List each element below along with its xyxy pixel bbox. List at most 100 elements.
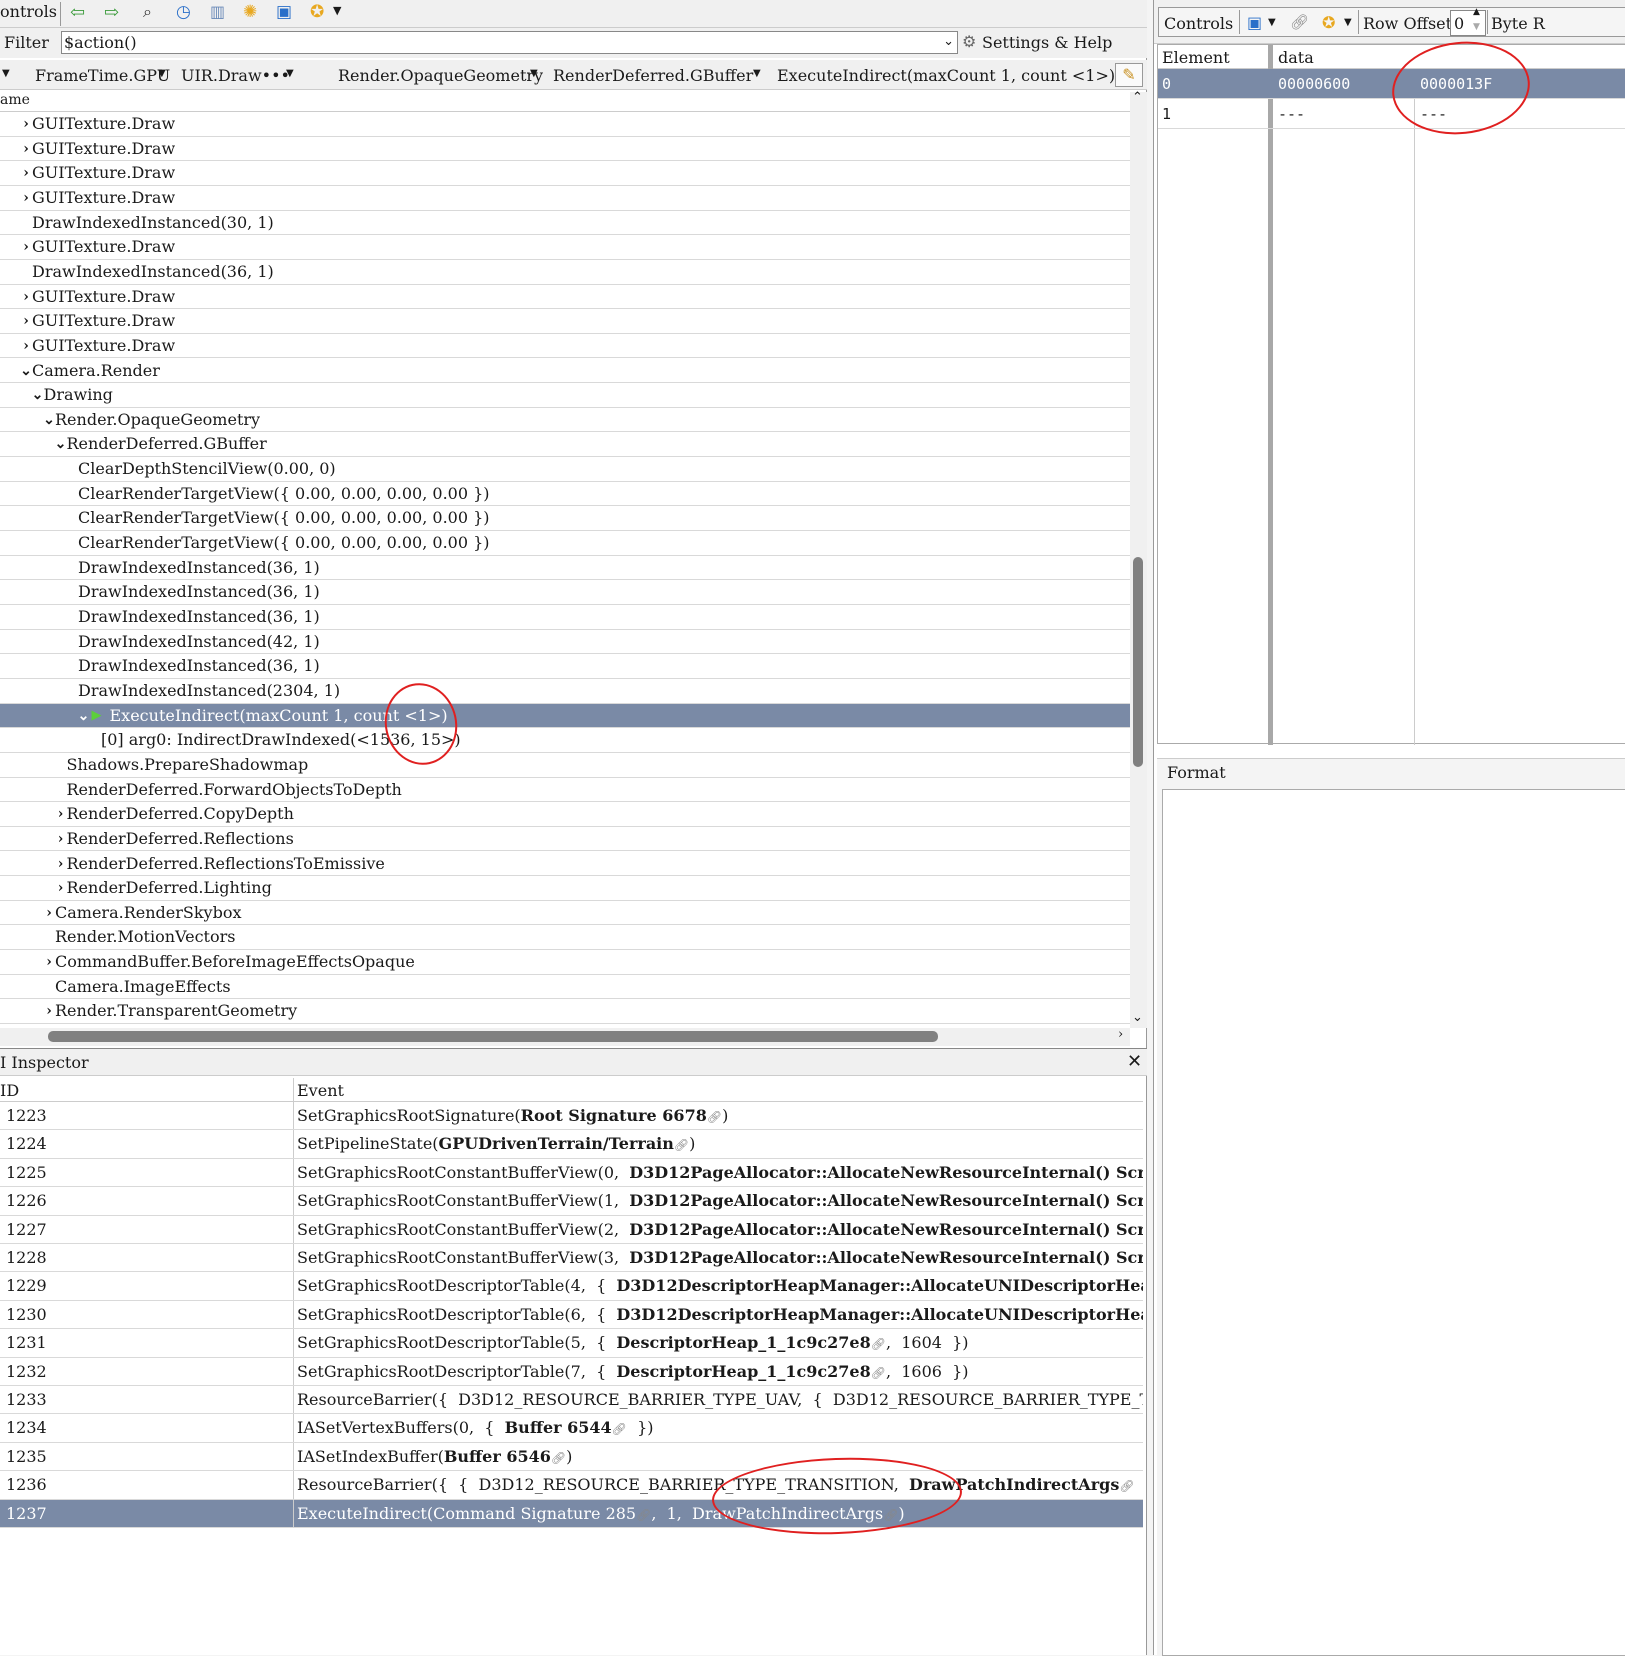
format-editor[interactable] [1162,789,1625,1656]
buffer-row[interactable]: 0 00000600 0000013F [1158,69,1625,99]
tree-row[interactable]: ClearDepthStencilView(0.00, 0) [0,457,1130,482]
save-icon[interactable]: ▣ [1247,13,1262,32]
api-event-row[interactable]: 1230 SetGraphicsRootDescriptorTable(6, { … [0,1300,1143,1330]
link-icon[interactable]: 🔗︎ [636,1508,651,1522]
breadcrumb-item[interactable]: RenderDeferred.GBuffer [553,66,753,85]
tree-row[interactable]: ⌄ ▶ ExecuteIndirect(maxCount 1, count <1>) [0,703,1130,729]
breadcrumb-item[interactable]: ExecuteIndirect(maxCount 1, count <1>) [777,66,1115,85]
api-event-row[interactable]: 1224 SetPipelineState(GPUDrivenTerrain/Te… [0,1130,1143,1159]
tree-row[interactable]: DrawIndexedInstanced(36, 1) [0,605,1130,630]
resource-link[interactable]: Buffer 6546 [444,1447,551,1466]
clock-icon[interactable]: ◷ [176,2,191,22]
collapsed-chevron-icon[interactable]: › [55,827,67,852]
tree-row[interactable]: Render.MotionVectors [0,925,1130,951]
chevron-down-icon[interactable]: ▼ [1268,17,1276,28]
close-icon[interactable]: ✕ [1127,1051,1142,1072]
tree-row[interactable]: › RenderDeferred.ReflectionsToEmissive [0,852,1130,877]
link-icon[interactable]: 🔗︎ [871,1366,886,1380]
chevron-down-icon[interactable]: ▼ [286,68,294,79]
chevron-down-icon[interactable]: ▼ [1344,17,1352,28]
api-event-row[interactable]: 1234 IASetVertexBuffers(0, { Buffer 6544🔗… [0,1414,1143,1443]
id-column-header[interactable]: ID [0,1081,19,1100]
api-event-row[interactable]: 1227 SetGraphicsRootConstantBufferView(2,… [0,1215,1143,1244]
tree-row[interactable]: DrawIndexedInstanced(36, 1) [0,556,1130,581]
scroll-down-icon[interactable]: ⌄ [1132,1010,1143,1025]
tree-row[interactable]: › GUITexture.Draw [0,334,1130,359]
api-event-row[interactable]: 1233 ResourceBarrier({ D3D12_RESOURCE_BAR… [0,1386,1143,1415]
link-icon[interactable]: 🔗︎ [871,1337,886,1351]
collapsed-chevron-icon[interactable]: › [55,852,67,877]
link-icon[interactable]: 🔗︎ [707,1110,722,1124]
tree-row[interactable]: DrawIndexedInstanced(36, 1) [0,260,1130,285]
expanded-chevron-icon[interactable]: ⌄ [32,383,44,408]
tree-row[interactable]: › Render.TransparentGeometry [0,999,1130,1025]
tree-row[interactable]: › CommandBuffer.BeforeImageEffectsOpaque [0,950,1130,975]
spin-up-icon[interactable]: ▲ [1473,7,1480,17]
collapsed-chevron-icon[interactable]: › [20,161,32,186]
scroll-right-icon[interactable]: › [1118,1027,1123,1042]
breadcrumb-root-arrow-icon[interactable]: ▼ [2,68,10,79]
tree-row[interactable]: › GUITexture.Draw [0,235,1130,260]
tree-row[interactable]: ⌄ RenderDeferred.GBuffer [0,432,1130,458]
tree-row[interactable]: DrawIndexedInstanced(42, 1) [0,630,1130,655]
expanded-chevron-icon[interactable]: ⌄ [43,408,55,433]
settings-help-link[interactable]: Settings & Help [982,33,1112,52]
expanded-chevron-icon[interactable]: ⌄ [78,704,90,729]
chart-icon[interactable]: ▥ [210,2,225,21]
tree-row[interactable]: DrawIndexedInstanced(30, 1) [0,211,1130,236]
back-arrow-icon[interactable]: ⇦ [70,2,85,23]
tree-row[interactable]: › GUITexture.Draw [0,137,1130,162]
collapsed-chevron-icon[interactable]: › [20,137,32,162]
link-icon[interactable]: 🔗︎ [612,1422,627,1436]
buffer-row[interactable]: 1 --- --- [1158,99,1625,129]
collapsed-chevron-icon[interactable]: › [20,186,32,211]
collapsed-chevron-icon[interactable]: › [55,802,67,827]
api-event-row[interactable]: 1228 SetGraphicsRootConstantBufferView(3,… [0,1244,1143,1273]
forward-arrow-icon[interactable]: ⇨ [104,2,119,23]
bookmark-star-icon[interactable]: ✪ [1322,13,1335,32]
resource-link[interactable]: D3D12PageAllocator::AllocateNewResourceI… [629,1191,1143,1210]
horizontal-scrollbar[interactable]: › [0,1027,1130,1046]
link-icon[interactable]: 🔗︎ [1290,13,1309,31]
tree-row[interactable]: › RenderDeferred.Reflections [0,827,1130,852]
tree-row[interactable]: › RenderDeferred.CopyDepth [0,802,1130,827]
tree-row[interactable]: Camera.ImageEffects [0,975,1130,1000]
collapsed-chevron-icon[interactable]: › [20,235,32,260]
collapsed-chevron-icon[interactable]: › [43,901,55,926]
tree-row[interactable]: › GUITexture.Draw [0,285,1130,310]
tree-row[interactable]: › GUITexture.Draw [0,186,1130,211]
chevron-down-icon[interactable]: ⌄ [943,34,954,49]
breadcrumb-item[interactable]: UIR.Draw••• [181,66,290,85]
resource-link[interactable]: DrawPatchIndirectArgs [909,1475,1119,1494]
tree-row[interactable]: Shadows.PrepareShadowmap [0,753,1130,778]
chevron-down-icon[interactable]: ▼ [158,68,166,79]
link-icon[interactable]: 🔗︎ [883,1508,898,1522]
collapsed-chevron-icon[interactable]: › [20,309,32,334]
tree-row[interactable]: › RenderDeferred.Lighting [0,876,1130,901]
collapsed-chevron-icon[interactable]: › [20,334,32,359]
resource-link[interactable]: GPUDrivenTerrain/Terrain [439,1134,674,1153]
resource-link[interactable]: D3D12DescriptorHeapManager::AllocateUNID… [616,1276,1143,1295]
tree-row[interactable]: ClearRenderTargetView({ 0.00, 0.00, 0.00… [0,506,1130,532]
tree-row[interactable]: ClearRenderTargetView({ 0.00, 0.00, 0.00… [0,531,1130,556]
api-event-row[interactable]: 1237 ExecuteIndirect(Command Signature 28… [0,1499,1143,1528]
collapsed-chevron-icon[interactable]: › [55,876,67,901]
api-event-row[interactable]: 1236 ResourceBarrier({ { D3D12_RESOURCE_B… [0,1471,1143,1500]
expanded-chevron-icon[interactable]: ⌄ [55,432,67,457]
resource-link[interactable]: Buffer 6544 [505,1418,612,1437]
chevron-down-icon[interactable]: ▼ [753,68,761,79]
scrollbar-thumb[interactable] [48,1031,938,1042]
tree-row[interactable]: ⌄ Camera.Render [0,359,1130,384]
scroll-up-icon[interactable]: ⌃ [1132,90,1143,105]
data-column-header[interactable]: data [1278,48,1314,67]
spin-down-icon[interactable]: ▼ [1473,22,1480,32]
collapsed-chevron-icon[interactable]: › [20,285,32,310]
scrollbar-thumb[interactable] [1133,557,1143,767]
save-icon[interactable]: ▣ [276,2,292,22]
tree-row[interactable]: [0] arg0: IndirectDrawIndexed(<1536, 15>… [0,728,1130,753]
binoculars-icon[interactable]: ⌕ [143,2,152,22]
gear-icon[interactable]: ⚙ [962,32,976,51]
breadcrumb-item[interactable]: FrameTime.GPU [35,66,170,85]
edit-note-icon[interactable]: ✎ [1115,63,1143,87]
collapsed-chevron-icon[interactable]: › [20,112,32,137]
